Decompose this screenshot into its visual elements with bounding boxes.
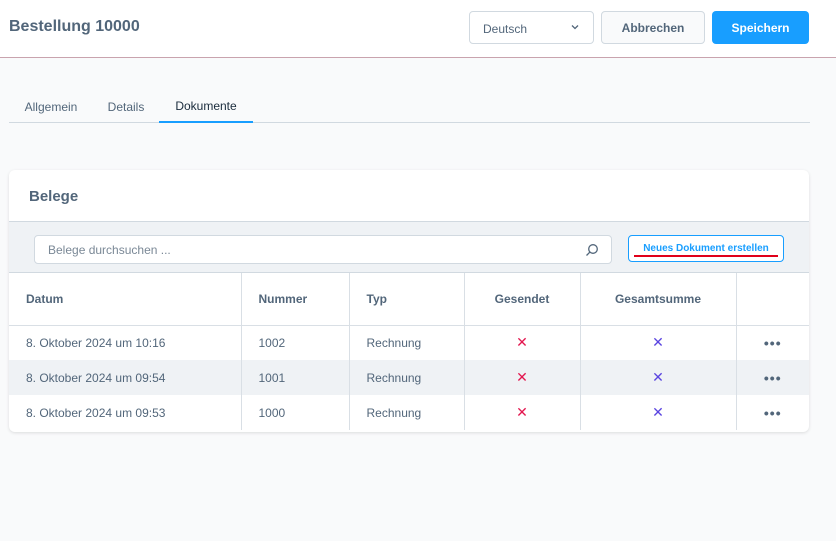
cell-typ: Rechnung: [349, 325, 465, 360]
documents-toolbar: Neues Dokument erstellen: [9, 221, 809, 273]
cell-gesamtsumme: ✕: [580, 360, 737, 395]
cell-actions: •••: [736, 360, 809, 395]
more-actions-icon[interactable]: •••: [764, 370, 782, 386]
cell-gesendet: ✕: [464, 360, 581, 395]
search-input[interactable]: [35, 236, 611, 263]
table-header-row: Datum Nummer Typ Gesendet Gesamtsumme: [9, 273, 809, 326]
cell-nummer: 1001: [241, 360, 350, 395]
documents-card: Belege Neues Dokument erstellen Datum: [9, 170, 809, 432]
cell-gesendet: ✕: [464, 325, 581, 360]
column-header-actions: [736, 273, 809, 326]
language-select-value: Deutsch: [483, 22, 528, 36]
new-document-label: Neues Dokument erstellen: [643, 243, 769, 254]
cross-icon: ✕: [516, 334, 528, 351]
cell-nummer: 1002: [241, 325, 350, 360]
cell-gesendet: ✕: [464, 395, 581, 430]
tab-allgemein[interactable]: Allgemein: [9, 90, 93, 123]
table-row[interactable]: 8. Oktober 2024 um 09:54 1001 Rechnung ✕…: [9, 360, 809, 395]
card-title: Belege: [29, 188, 79, 205]
cell-datum: 8. Oktober 2024 um 09:54: [9, 360, 242, 395]
more-actions-icon[interactable]: •••: [764, 405, 782, 421]
column-header-nummer[interactable]: Nummer: [241, 273, 350, 326]
cell-nummer: 1000: [241, 395, 350, 430]
cell-gesamtsumme: ✕: [580, 325, 737, 360]
cross-icon: ✕: [652, 334, 664, 351]
chevron-down-icon: [571, 25, 579, 30]
page-title: Bestellung 10000: [9, 18, 140, 35]
column-header-gesendet[interactable]: Gesendet: [464, 273, 581, 326]
cell-actions: •••: [736, 395, 809, 430]
table-row[interactable]: 8. Oktober 2024 um 10:16 1002 Rechnung ✕…: [9, 325, 809, 360]
table-row[interactable]: 8. Oktober 2024 um 09:53 1000 Rechnung ✕…: [9, 395, 809, 430]
tab-bar: Allgemein Details Dokumente: [9, 90, 810, 123]
cell-datum: 8. Oktober 2024 um 10:16: [9, 325, 242, 360]
column-header-typ[interactable]: Typ: [349, 273, 465, 326]
cell-datum: 8. Oktober 2024 um 09:53: [9, 395, 242, 430]
cross-icon: ✕: [516, 369, 528, 385]
cancel-button[interactable]: Abbrechen: [601, 11, 705, 44]
column-header-datum[interactable]: Datum: [9, 273, 242, 326]
save-button[interactable]: Speichern: [712, 11, 809, 44]
annotation-underline: [634, 255, 778, 257]
cross-icon: ✕: [652, 369, 664, 385]
tab-dokumente[interactable]: Dokumente: [159, 90, 253, 123]
language-select[interactable]: Deutsch: [469, 11, 594, 44]
documents-table: Datum Nummer Typ Gesendet Gesamtsumme 8.…: [9, 273, 809, 430]
search-icon[interactable]: [585, 243, 599, 257]
more-actions-icon[interactable]: •••: [764, 335, 782, 351]
cell-actions: •••: [736, 325, 809, 360]
column-header-gesamtsumme[interactable]: Gesamtsumme: [580, 273, 737, 326]
new-document-button[interactable]: Neues Dokument erstellen: [628, 235, 784, 262]
tab-details[interactable]: Details: [93, 90, 159, 123]
cell-typ: Rechnung: [349, 395, 465, 430]
cell-typ: Rechnung: [349, 360, 465, 395]
cell-gesamtsumme: ✕: [580, 395, 737, 430]
cross-icon: ✕: [652, 404, 664, 420]
cross-icon: ✕: [516, 404, 528, 420]
search-field: [34, 235, 612, 264]
top-bar: Bestellung 10000 Deutsch Abbrechen Speic…: [0, 0, 836, 58]
